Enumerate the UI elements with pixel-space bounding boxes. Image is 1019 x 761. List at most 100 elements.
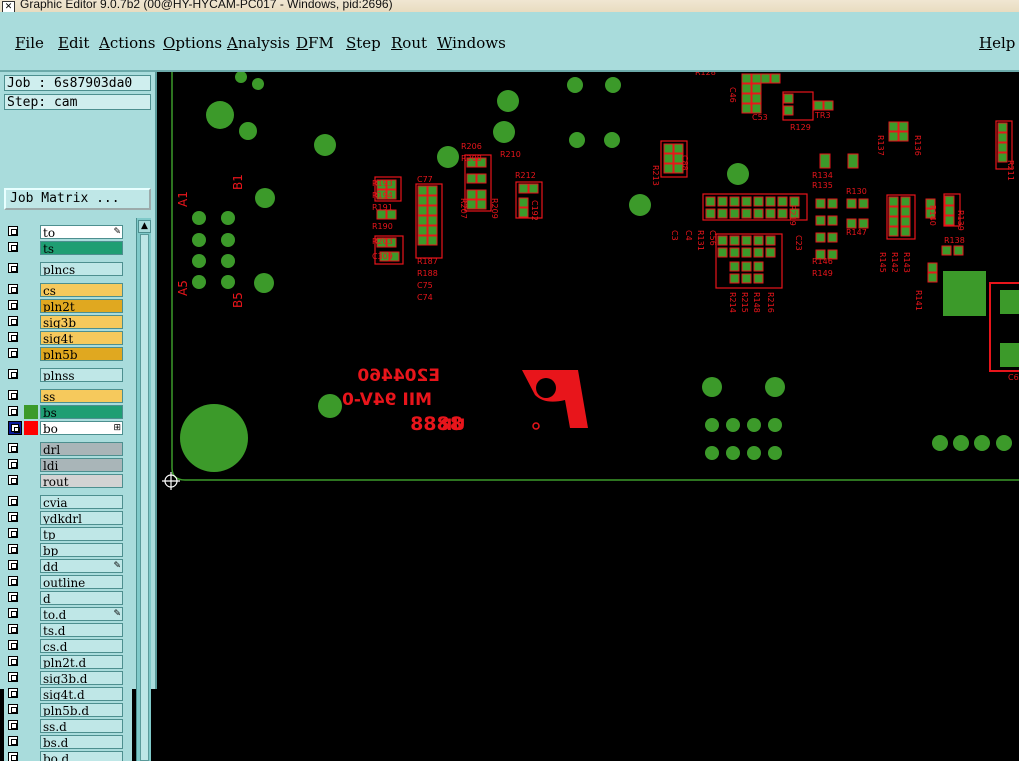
layer-checkbox[interactable] [8, 496, 18, 506]
layer-checkbox[interactable] [8, 640, 18, 650]
layer-row-rout[interactable]: rout [4, 474, 132, 488]
layer-name[interactable]: cvia [40, 495, 123, 509]
layer-row-cs[interactable]: cs [4, 283, 132, 297]
layer-display-color[interactable] [24, 405, 38, 419]
layer-name[interactable]: tp [40, 527, 123, 541]
layer-checkbox[interactable] [8, 390, 18, 400]
layer-row-ss[interactable]: ss [4, 389, 132, 403]
layer-checkbox[interactable] [8, 369, 18, 379]
layer-name[interactable]: sig4t [40, 331, 123, 345]
graphic-canvas[interactable]: A1 B1 A5 B5 R193 R194 R191 R190 R203 C309 C77 R187 R… [157, 72, 1019, 689]
layer-name[interactable]: bp [40, 543, 123, 557]
layer-row-pln2t[interactable]: pln2t [4, 299, 132, 313]
layer-name[interactable]: pln5b [40, 347, 123, 361]
layer-checkbox[interactable] [8, 263, 18, 273]
layer-checkbox[interactable] [8, 226, 18, 236]
layer-name[interactable]: ldi [40, 458, 123, 472]
layer-checkbox[interactable] [8, 332, 18, 342]
layer-name[interactable]: dd [40, 559, 123, 573]
layer-name[interactable]: plncs [40, 262, 123, 276]
layer-row-pln5b[interactable]: pln5b [4, 347, 132, 361]
layer-row-bs[interactable]: bs [4, 405, 132, 419]
layer-name[interactable]: ts.d [40, 623, 123, 637]
layer-checkbox[interactable] [8, 459, 18, 469]
layer-row-ss-d[interactable]: ss.d [4, 719, 132, 733]
menu-windows[interactable]: Windows [437, 34, 506, 52]
layer-row-plncs[interactable]: plncs [4, 262, 132, 276]
layer-name[interactable]: to [40, 225, 123, 239]
layer-row-to-d[interactable]: to.d ✎ [4, 607, 132, 621]
layer-name[interactable]: pln5b.d [40, 703, 123, 717]
layer-row-bs-d[interactable]: bs.d [4, 735, 132, 749]
layer-display-color[interactable] [24, 421, 38, 435]
layer-name[interactable]: outline [40, 575, 123, 589]
layer-name[interactable]: to.d [40, 607, 123, 621]
layer-row-to[interactable]: to ✎ [4, 225, 132, 239]
layer-checkbox[interactable] [8, 544, 18, 554]
layer-row-sig4t[interactable]: sig4t [4, 331, 132, 345]
layer-row-pln2t-d[interactable]: pln2t.d [4, 655, 132, 669]
layer-checkbox[interactable] [8, 512, 18, 522]
layer-row-dd[interactable]: dd ✎ [4, 559, 132, 573]
layer-checkbox[interactable] [8, 688, 18, 698]
layer-checkbox[interactable] [8, 560, 18, 570]
layer-checkbox[interactable] [8, 656, 18, 666]
layer-row-bp[interactable]: bp [4, 543, 132, 557]
layer-row-plnss[interactable]: plnss [4, 368, 132, 382]
layer-name[interactable]: sig3b [40, 315, 123, 329]
layer-name[interactable]: sig4t.d [40, 687, 123, 701]
layer-checkbox[interactable] [8, 608, 18, 618]
menu-analysis[interactable]: Analysis [227, 34, 290, 52]
layer-row-bo[interactable]: bo ⊞ [4, 421, 132, 435]
layer-row-sig3b-d[interactable]: sig3b.d [4, 671, 132, 685]
job-matrix-button[interactable]: Job Matrix ... [4, 188, 151, 210]
layer-row-d[interactable]: d [4, 591, 132, 605]
layer-name[interactable]: pln2t.d [40, 655, 123, 669]
layer-row-pln5b-d[interactable]: pln5b.d [4, 703, 132, 717]
layer-checkbox[interactable] [8, 475, 18, 485]
layer-name[interactable]: ts [40, 241, 123, 255]
layer-checkbox[interactable] [8, 704, 18, 714]
layer-row-sig3b[interactable]: sig3b [4, 315, 132, 329]
layer-checkbox[interactable] [8, 316, 18, 326]
layer-checkbox[interactable] [8, 592, 18, 602]
pcb-view[interactable]: A1 B1 A5 B5 R193 R194 R191 R190 R203 C309 C77 R187 R… [157, 72, 1019, 689]
layer-checkbox[interactable] [8, 406, 18, 416]
layer-name[interactable]: pln2t [40, 299, 123, 313]
menu-file[interactable]: File [15, 34, 44, 52]
layer-row-cvia[interactable]: cvia [4, 495, 132, 509]
layer-name[interactable]: rout [40, 474, 123, 488]
layer-name[interactable]: cs.d [40, 639, 123, 653]
layer-row-bo-d[interactable]: bo.d [4, 751, 132, 761]
layer-row-sig4t-d[interactable]: sig4t.d [4, 687, 132, 701]
layer-row-tp[interactable]: tp [4, 527, 132, 541]
layer-name[interactable]: cs [40, 283, 123, 297]
scroll-up-icon[interactable]: ▲ [138, 220, 151, 233]
layer-name[interactable]: sig3b.d [40, 671, 123, 685]
layer-checkbox[interactable] [8, 752, 18, 761]
menu-help[interactable]: Help [979, 34, 1015, 52]
layer-name[interactable]: bs [40, 405, 123, 419]
menu-step[interactable]: Step [346, 34, 381, 52]
layer-checkbox[interactable] [11, 424, 20, 433]
layer-checkbox[interactable] [8, 720, 18, 730]
layer-name[interactable]: plnss [40, 368, 123, 382]
layer-row-ldi[interactable]: ldi [4, 458, 132, 472]
layer-checkbox[interactable] [8, 300, 18, 310]
layer-name[interactable]: ydkdrl [40, 511, 123, 525]
layer-checkbox[interactable] [8, 443, 18, 453]
menu-rout[interactable]: Rout [391, 34, 427, 52]
menu-options[interactable]: Options [163, 34, 222, 52]
layer-name[interactable]: bo.d [40, 751, 123, 761]
layer-row-ts[interactable]: ts [4, 241, 132, 255]
layer-row-cs-d[interactable]: cs.d [4, 639, 132, 653]
menu-dfm[interactable]: DFM [296, 34, 334, 52]
layer-checkbox[interactable] [8, 672, 18, 682]
menu-edit[interactable]: Edit [58, 34, 89, 52]
layer-checkbox[interactable] [8, 624, 18, 634]
layer-scrollbar[interactable]: ▲ [136, 218, 151, 761]
layer-checkbox[interactable] [8, 348, 18, 358]
layer-name[interactable]: ss.d [40, 719, 123, 733]
layer-checkbox[interactable] [8, 576, 18, 586]
layer-checkbox[interactable] [8, 242, 18, 252]
